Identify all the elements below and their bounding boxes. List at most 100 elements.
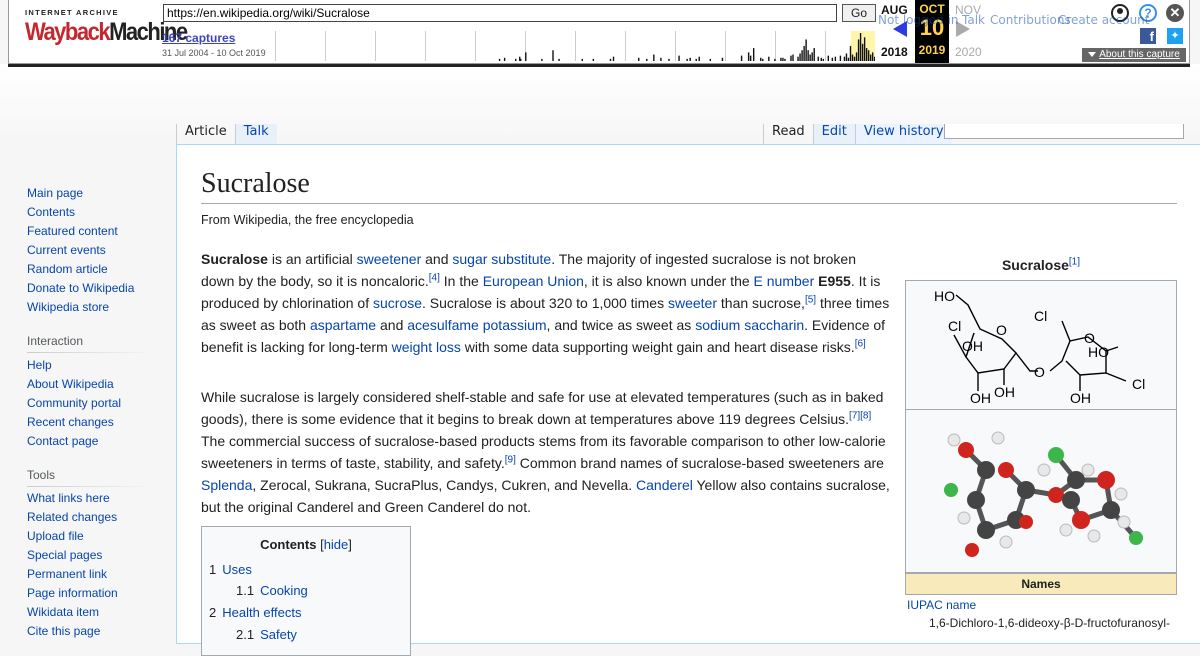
link-european-union[interactable]: European Union (483, 273, 584, 289)
prev-year[interactable]: 2018 (881, 45, 908, 59)
paragraph-intro: Sucralose is an artificial sweetener and… (201, 248, 893, 358)
reference-link[interactable]: [6] (855, 338, 866, 349)
reference-link[interactable]: [5] (805, 294, 816, 305)
sidebar-item-donate[interactable]: Donate to Wikipedia (27, 281, 134, 295)
toc-item[interactable]: 2 Health effects (209, 605, 302, 620)
facebook-icon[interactable]: f (1140, 28, 1156, 44)
sparkline-bar (849, 45, 852, 61)
reference-link[interactable]: [1] (1069, 256, 1080, 267)
twitter-icon[interactable]: ✦ (1167, 28, 1183, 44)
ball-and-stick-drawing (944, 431, 1143, 557)
captures-link[interactable]: 167 captures (162, 31, 235, 45)
link-sweetener[interactable]: sweetener (357, 251, 422, 267)
tab-read[interactable]: Read (763, 124, 813, 144)
sidebar-item-current-events[interactable]: Current events (27, 243, 106, 257)
reference-link[interactable]: [8] (860, 410, 871, 421)
link-sugar-substitute[interactable]: sugar substitute (452, 251, 551, 267)
sidebar-item-contents[interactable]: Contents (27, 205, 75, 219)
sparkline-bar (752, 48, 755, 61)
bold-e955: E955 (818, 273, 851, 289)
toc-item[interactable]: 1 Uses (209, 562, 252, 577)
sidebar-item-help[interactable]: Help (27, 358, 52, 372)
wayback-logo[interactable]: INTERNET ARCHIVE WaybackMachine (25, 8, 188, 52)
tab-view-history[interactable]: View history (854, 124, 952, 144)
sidebar-item-upload-file[interactable]: Upload file (27, 529, 84, 543)
link-sodium-saccharin[interactable]: sodium saccharin (695, 317, 804, 333)
user-link-talk[interactable]: Talk (962, 13, 985, 27)
toc-item[interactable]: 1.1 Cooking (236, 583, 308, 598)
sidebar-item-about-wikipedia[interactable]: About Wikipedia (27, 377, 114, 391)
sparkline-bar (609, 58, 612, 61)
text: and (421, 251, 453, 267)
toc-item[interactable]: 2.1 Safety (236, 627, 297, 642)
sparkline-bar (774, 58, 776, 61)
toc-link-cooking[interactable]: Cooking (260, 583, 308, 598)
logo-wayback: Wayback (25, 17, 111, 46)
tab-talk[interactable]: Talk (234, 124, 277, 144)
sidebar-heading-tools[interactable]: Tools (27, 468, 55, 482)
article-content: Sucralose From Wikipedia, the free encyc… (176, 144, 1200, 656)
ball-and-stick-model-image[interactable] (905, 409, 1177, 573)
link-acesulfame-potassium[interactable]: acesulfame potassium (407, 317, 546, 333)
sidebar-heading-interaction[interactable]: Interaction (27, 334, 83, 348)
sidebar-item-cite-this-page[interactable]: Cite this page (27, 624, 100, 638)
wayback-url-input[interactable] (163, 4, 837, 22)
structural-formula-drawing: HO Cl OH OH O O OH Cl O HO Cl OH (934, 288, 1145, 406)
tab-article[interactable]: Article (176, 124, 235, 144)
sidebar-item-permanent-link[interactable]: Permanent link (27, 567, 107, 581)
sparkline-bar (653, 54, 655, 61)
toc-link-health-effects[interactable]: Health effects (222, 605, 301, 620)
sidebar-item-community-portal[interactable]: Community portal (27, 396, 121, 410)
next-year[interactable]: 2020 (955, 45, 982, 59)
toc-link-safety[interactable]: Safety (260, 627, 297, 642)
sparkline-bar (805, 39, 807, 61)
sparkline-bar (801, 50, 803, 61)
sidebar-item-related-changes[interactable]: Related changes (27, 510, 117, 524)
toc-hide-link[interactable]: hide (324, 537, 349, 552)
go-button[interactable]: Go (842, 4, 876, 22)
sparkline-bar (678, 55, 680, 61)
sidebar-item-main-page[interactable]: Main page (27, 186, 83, 200)
sidebar-item-wikidata-item[interactable]: Wikidata item (27, 605, 99, 619)
search-input[interactable] (944, 124, 1184, 139)
view-history-link[interactable]: View history (864, 124, 944, 139)
sidebar-divider (27, 352, 153, 353)
label-oh: OH (1070, 390, 1091, 406)
link-canderel[interactable]: Canderel (636, 477, 693, 493)
user-link-not-logged-in[interactable]: Not logged in (878, 13, 959, 27)
reference-link[interactable]: [9] (505, 454, 516, 465)
sparkline-bar (820, 57, 822, 61)
iupac-name-link[interactable]: IUPAC name (907, 598, 976, 612)
capture-sparkline[interactable] (275, 31, 875, 61)
iupac-name-value: 1,6-Dichloro-1,6-dideoxy-β-D-fructofuran… (929, 616, 1170, 630)
sidebar-item-page-information[interactable]: Page information (27, 586, 118, 600)
link-weight-loss[interactable]: weight loss (392, 339, 461, 355)
sidebar-item-random-article[interactable]: Random article (27, 262, 108, 276)
toc-link-uses[interactable]: Uses (222, 562, 252, 577)
sidebar-item-contact-page[interactable]: Contact page (27, 434, 98, 448)
about-capture-button[interactable]: About this capture (1082, 48, 1186, 62)
link-splenda[interactable]: Splenda (201, 477, 252, 493)
sparkline-bar (498, 58, 501, 61)
link-e-number[interactable]: E number (754, 273, 815, 289)
structural-formula-image[interactable]: HO Cl OH OH O O OH Cl O HO Cl OH (905, 280, 1177, 410)
tab-edit[interactable]: Edit (812, 124, 855, 144)
reference-link[interactable]: [4] (429, 272, 440, 283)
link-sucrose[interactable]: sucrose (373, 295, 422, 311)
user-link-create-account[interactable]: Create account (1058, 13, 1150, 27)
sparkline-bar (851, 54, 854, 61)
capture-range: 31 Jul 2004 - 10 Oct 2019 (162, 48, 266, 58)
sparkline-bar (834, 56, 837, 61)
toc-heading: Contents (260, 537, 317, 552)
sidebar-item-wikipedia-store[interactable]: Wikipedia store (27, 300, 109, 314)
sidebar-item-recent-changes[interactable]: Recent changes (27, 415, 114, 429)
sidebar-item-what-links-here[interactable]: What links here (27, 491, 110, 505)
sparkline-bar (668, 58, 670, 61)
reference-link[interactable]: [7] (849, 410, 860, 421)
close-icon[interactable]: ✕ (1166, 4, 1184, 22)
infobox-title: Sucralose[1] (905, 257, 1177, 273)
sidebar-item-featured-content[interactable]: Featured content (27, 224, 118, 238)
sidebar-item-special-pages[interactable]: Special pages (27, 548, 102, 562)
link-aspartame[interactable]: aspartame (310, 317, 376, 333)
link-sweeter[interactable]: sweeter (668, 295, 717, 311)
